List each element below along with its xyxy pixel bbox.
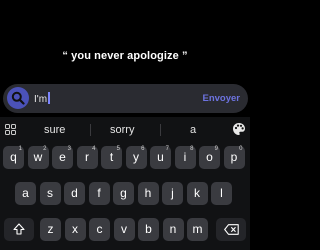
text-caret	[48, 92, 50, 104]
key-h[interactable]: h	[137, 182, 159, 205]
suggestion-3[interactable]: a	[190, 124, 196, 136]
key-label: p	[230, 150, 238, 164]
suggestion-bar: sure sorry a	[0, 117, 250, 142]
key-number-hint: 1	[18, 146, 22, 152]
key-w[interactable]: w2	[27, 146, 49, 169]
key-m[interactable]: m	[187, 218, 208, 241]
key-number-hint: 6	[141, 146, 145, 152]
key-label: h	[144, 186, 152, 200]
key-a[interactable]: a	[15, 182, 36, 205]
key-label: l	[220, 186, 223, 200]
key-label: w	[33, 150, 43, 164]
key-number-hint: 4	[92, 146, 96, 152]
message-input[interactable]: I'm	[34, 92, 50, 105]
key-o[interactable]: o9	[199, 146, 220, 169]
key-number-hint: 0	[239, 146, 243, 152]
message-input-bar[interactable]: I'm Envoyer	[3, 84, 248, 113]
key-label: a	[22, 186, 29, 200]
key-k[interactable]: k	[186, 182, 208, 205]
backspace-key[interactable]	[216, 218, 246, 241]
backspace-icon	[224, 224, 239, 235]
key-t[interactable]: t5	[101, 146, 122, 169]
input-value: I'm	[34, 94, 48, 105]
key-label: v	[121, 222, 127, 236]
key-label: z	[47, 222, 54, 236]
key-f[interactable]: f	[88, 182, 110, 205]
suggestion-2[interactable]: sorry	[110, 124, 134, 136]
key-l[interactable]: l	[211, 182, 232, 205]
key-number-hint: 9	[214, 146, 218, 152]
send-button[interactable]: Envoyer	[203, 93, 241, 104]
quote-text: “ you never apologize ”	[62, 50, 188, 62]
key-label: t	[109, 150, 114, 164]
key-label: q	[10, 150, 17, 164]
key-g[interactable]: g	[113, 182, 134, 205]
key-q[interactable]: q1	[3, 146, 24, 169]
key-s[interactable]: s	[39, 182, 61, 205]
key-label: u	[157, 150, 164, 164]
key-label: x	[72, 222, 78, 236]
apps-grid-icon[interactable]	[5, 124, 16, 135]
suggestion-divider	[160, 124, 161, 136]
key-number-hint: 2	[43, 146, 47, 152]
key-b[interactable]: b	[138, 218, 159, 241]
key-p[interactable]: p0	[223, 146, 245, 169]
key-d[interactable]: d	[64, 182, 85, 205]
key-z[interactable]: z	[40, 218, 61, 241]
key-label: b	[145, 222, 152, 236]
palette-icon[interactable]	[232, 122, 246, 136]
search-button[interactable]	[7, 87, 29, 109]
key-e[interactable]: e3	[52, 146, 73, 169]
key-c[interactable]: c	[89, 218, 110, 241]
key-number-hint: 8	[190, 146, 194, 152]
suggestion-divider	[90, 124, 91, 136]
key-label: r	[85, 150, 89, 164]
search-icon	[11, 91, 25, 105]
shift-key[interactable]	[4, 218, 34, 241]
key-number-hint: 3	[67, 146, 71, 152]
key-i[interactable]: i8	[174, 146, 196, 169]
key-label: o	[206, 150, 213, 164]
key-label: k	[194, 186, 200, 200]
key-r[interactable]: r4	[76, 146, 98, 169]
key-label: d	[71, 186, 78, 200]
key-label: n	[169, 222, 177, 236]
key-j[interactable]: j	[162, 182, 183, 205]
key-label: f	[97, 186, 101, 200]
key-label: e	[59, 150, 66, 164]
key-label: i	[183, 150, 187, 164]
key-label: c	[96, 222, 103, 236]
suggestion-1[interactable]: sure	[44, 124, 65, 136]
shift-arrow-icon	[13, 223, 25, 235]
key-label: m	[192, 222, 203, 236]
key-label: g	[120, 186, 127, 200]
key-label: y	[133, 150, 139, 164]
key-u[interactable]: u7	[150, 146, 171, 169]
key-label: j	[171, 186, 174, 200]
key-number-hint: 7	[165, 146, 169, 152]
key-number-hint: 5	[116, 146, 120, 152]
key-v[interactable]: v	[113, 218, 135, 241]
key-y[interactable]: y6	[125, 146, 147, 169]
key-x[interactable]: x	[64, 218, 86, 241]
keyboard: sure sorry a q1w2e3r4t5y6u7i8o9p0 asdfgh…	[0, 117, 250, 250]
key-label: s	[47, 186, 53, 200]
key-n[interactable]: n	[162, 218, 184, 241]
